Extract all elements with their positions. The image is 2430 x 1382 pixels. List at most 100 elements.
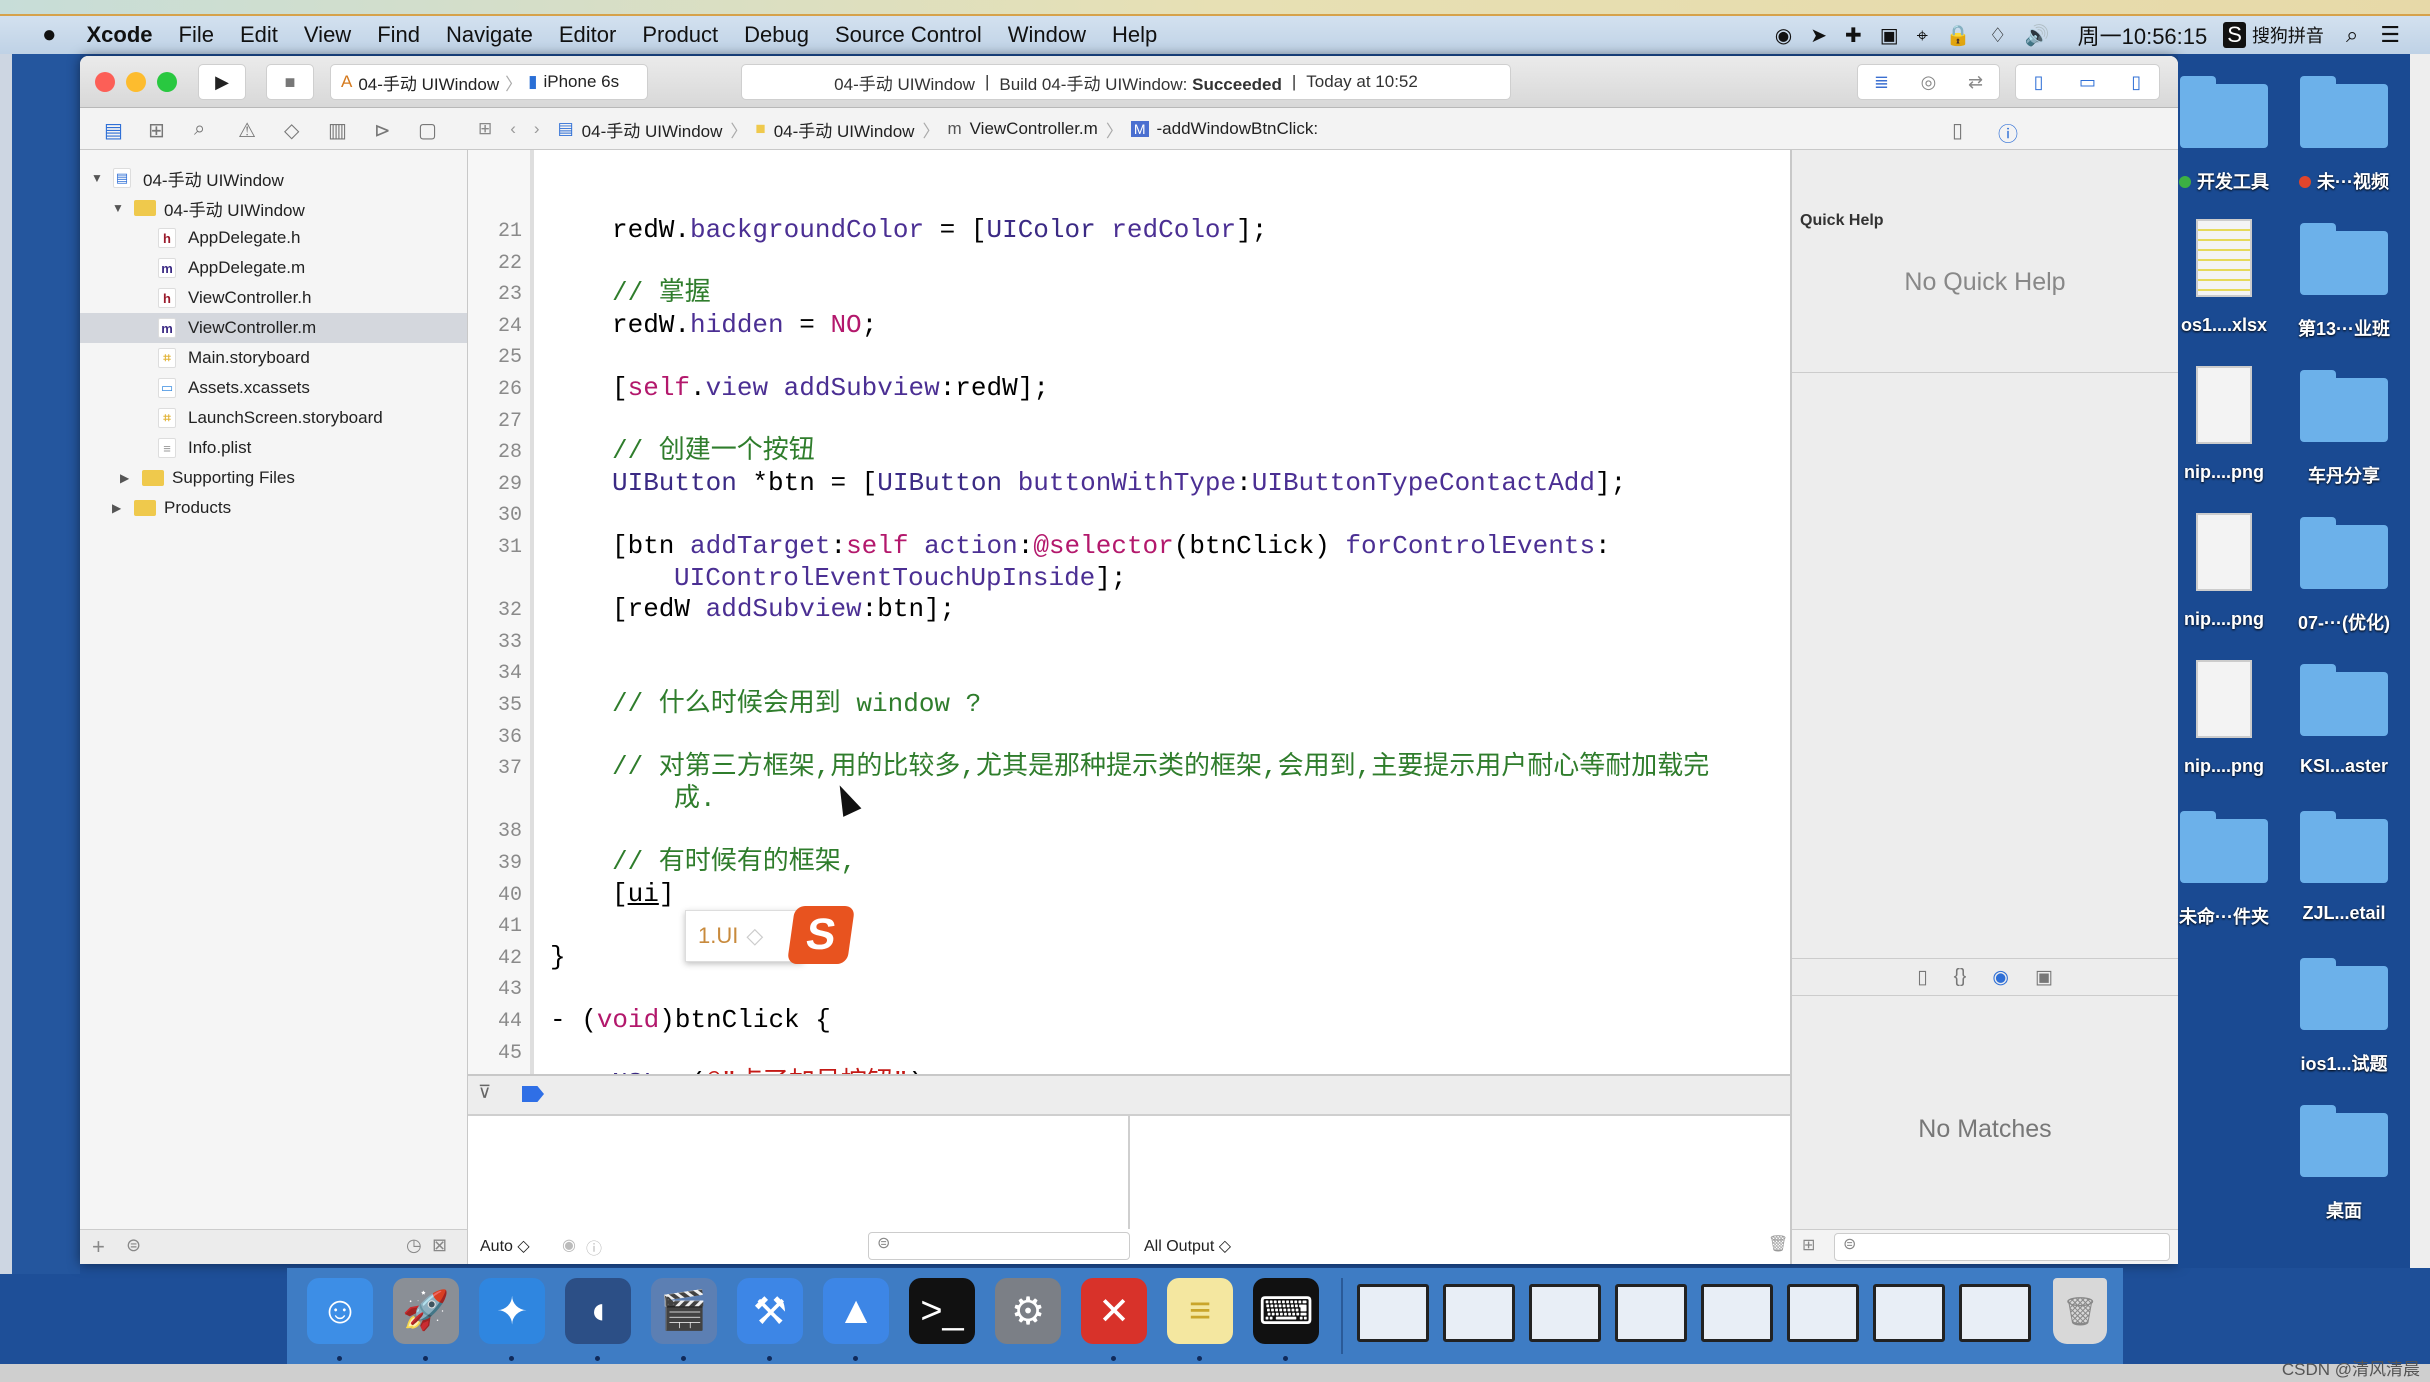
recent-files-icon[interactable]: ◷ xyxy=(406,1235,422,1256)
trash-icon[interactable]: 🗑 xyxy=(1768,1234,1788,1254)
tree-item[interactable]: m ViewController.m xyxy=(80,313,467,343)
minimized-window-icon[interactable] xyxy=(1701,1284,1773,1342)
scheme-selector[interactable]: A 04-手动 UIWindow 〉 ▮ iPhone 6s xyxy=(330,64,648,100)
desktop-item[interactable]: nip....png xyxy=(2166,505,2282,645)
stop-button[interactable]: ■ xyxy=(266,64,314,100)
desktop-item[interactable]: nip....png xyxy=(2166,652,2282,792)
video-app-icon[interactable]: 🎬 xyxy=(651,1278,717,1344)
notes-icon[interactable]: ≡ xyxy=(1167,1278,1233,1344)
tree-item[interactable]: h ViewController.h xyxy=(80,283,467,313)
code-line[interactable]: 37 // 对第三方框架,用的比较多,尤其是那种提示类的框架,会用到,主要提示用户… xyxy=(468,751,1790,783)
desktop-item[interactable]: ZJL...etail xyxy=(2286,799,2402,939)
mouse-app-icon[interactable]: ◖ xyxy=(565,1278,631,1344)
code-line[interactable]: 32 [redW addSubview:btn]; xyxy=(468,593,1790,625)
run-button[interactable]: ▶ xyxy=(198,64,246,100)
issue-navigator-icon[interactable]: ⚠ xyxy=(238,118,256,143)
safari-icon[interactable]: ✦ xyxy=(479,1278,545,1344)
hide-debug-icon[interactable]: ⊽ xyxy=(478,1082,491,1103)
finder-icon[interactable]: ☺ xyxy=(307,1278,373,1344)
minimized-window-icon[interactable] xyxy=(1787,1284,1859,1342)
code-line[interactable]: 26 [self.view addSubview:redW]; xyxy=(468,372,1790,404)
desktop-item[interactable]: 未···视频 xyxy=(2286,64,2402,204)
launchpad-icon[interactable]: 🚀 xyxy=(393,1278,459,1344)
desktop-item[interactable]: 未命···件夹 xyxy=(2166,799,2282,939)
disclosure-open-icon[interactable]: ▼ xyxy=(91,171,103,185)
system-preferences-icon[interactable]: ⚙ xyxy=(995,1278,1061,1344)
code-line[interactable]: 33 xyxy=(468,625,1790,657)
menu-file[interactable]: File xyxy=(179,22,214,48)
code-line[interactable]: 29 UIButton *btn = [UIButton buttonWithTy… xyxy=(468,467,1790,499)
minimize-button[interactable] xyxy=(126,72,146,92)
desktop-item[interactable]: 07-···(优化) xyxy=(2286,505,2402,645)
menu-view[interactable]: View xyxy=(304,22,351,48)
tree-item[interactable]: ≡ Info.plist xyxy=(80,433,467,463)
code-line[interactable]: 21 redW.backgroundColor = [UIColor redCol… xyxy=(468,214,1790,246)
tree-item[interactable]: h AppDelegate.h xyxy=(80,223,467,253)
input-method[interactable]: 搜狗拼音 xyxy=(2252,22,2324,48)
debug-toggle-icon[interactable]: ▭ xyxy=(2079,72,2096,93)
console-output-select[interactable]: All Output ◇ xyxy=(1144,1236,1231,1256)
add-icon[interactable]: + xyxy=(92,1234,105,1260)
file-template-icon[interactable]: ▯ xyxy=(1917,966,1927,989)
breakpoint-navigator-icon[interactable]: ⊳ xyxy=(374,118,391,143)
code-line[interactable]: 42} xyxy=(468,941,1790,973)
menu-find[interactable]: Find xyxy=(377,22,420,48)
jump-file[interactable]: ViewController.m xyxy=(970,119,1098,139)
menu-product[interactable]: Product xyxy=(642,22,718,48)
version-editor-icon[interactable]: ⇄ xyxy=(1968,72,1983,93)
tree-item[interactable]: ⌗ LaunchScreen.storyboard xyxy=(80,403,467,433)
desktop-item[interactable]: 开发工具 xyxy=(2166,64,2282,204)
desktop-item[interactable]: KSI...aster xyxy=(2286,652,2402,792)
console-view[interactable] xyxy=(1130,1116,1790,1229)
find-navigator-icon[interactable]: ⌕ xyxy=(194,118,205,141)
code-line[interactable]: 28 // 创建一个按钮 xyxy=(468,435,1790,467)
menu-window[interactable]: Window xyxy=(1008,22,1086,48)
code-line[interactable]: 40 [ui] xyxy=(468,878,1790,910)
file-inspector-icon[interactable]: ▯ xyxy=(1952,118,1963,143)
apple-icon[interactable]: ● xyxy=(42,21,57,49)
code-line[interactable]: 35 // 什么时候会用到 window ? xyxy=(468,688,1790,720)
disclosure-closed-icon[interactable]: ▶ xyxy=(120,471,129,485)
disclosure-open-icon[interactable]: ▼ xyxy=(112,201,124,215)
code-line[interactable]: 39 // 有时候有的框架, xyxy=(468,846,1790,878)
assistant-editor-icon[interactable]: ◎ xyxy=(1921,72,1937,93)
code-line[interactable]: 25 xyxy=(468,340,1790,372)
minimized-window-icon[interactable] xyxy=(1357,1284,1429,1342)
console-icon[interactable]: ⌨ xyxy=(1253,1278,1319,1344)
debug-navigator-icon[interactable]: ▥ xyxy=(328,118,347,143)
minimized-window-icon[interactable] xyxy=(1529,1284,1601,1342)
variables-filter-input[interactable]: ⊜ xyxy=(868,1232,1130,1260)
jump-method[interactable]: -addWindowBtnClick: xyxy=(1157,119,1319,139)
close-button[interactable] xyxy=(95,72,115,92)
quick-help-icon[interactable]: ⓘ xyxy=(1998,118,2018,147)
code-snippet-icon[interactable]: {} xyxy=(1954,966,1967,988)
zoom-button[interactable] xyxy=(157,72,177,92)
sogou-icon[interactable]: S xyxy=(2223,22,2246,48)
xmind-icon[interactable]: ✕ xyxy=(1081,1278,1147,1344)
forward-button[interactable]: › xyxy=(534,119,540,139)
object-library-icon[interactable]: ◉ xyxy=(1992,966,2009,989)
xcode-icon[interactable]: ⚒ xyxy=(737,1278,803,1344)
minimized-window-icon[interactable] xyxy=(1873,1284,1945,1342)
quick-look-icon[interactable]: ◉ xyxy=(562,1235,576,1255)
menu-navigate[interactable]: Navigate xyxy=(446,22,533,48)
menu-xcode[interactable]: Xcode xyxy=(87,22,153,48)
menu-source-control[interactable]: Source Control xyxy=(835,22,982,48)
spotlight-icon[interactable]: ⌕ xyxy=(2346,22,2358,48)
tree-item[interactable]: ▼ 04-手动 UIWindow xyxy=(80,193,467,223)
desktop-item[interactable]: 桌面 xyxy=(2286,1093,2402,1233)
tree-item[interactable]: ▼ ▤ 04-手动 UIWindow xyxy=(80,163,467,193)
trash-icon[interactable]: 🗑 xyxy=(2053,1278,2107,1344)
menu-edit[interactable]: Edit xyxy=(240,22,278,48)
media-library-icon[interactable]: ▣ xyxy=(2035,966,2053,989)
desktop-item[interactable]: nip....png xyxy=(2166,358,2282,498)
breakpoints-toggle-icon[interactable] xyxy=(522,1086,544,1102)
jump-group[interactable]: 04-手动 UIWindow xyxy=(774,117,915,142)
utilities-toggle-icon[interactable]: ▯ xyxy=(2131,72,2141,93)
variables-scope-select[interactable]: Auto ◇ xyxy=(480,1236,530,1256)
code-line[interactable]: 36 xyxy=(468,720,1790,752)
desktop-item[interactable]: ios1...试题 xyxy=(2286,946,2402,1086)
info-icon[interactable]: ⓘ xyxy=(586,1235,602,1259)
ime-candidate[interactable]: 1.UI xyxy=(698,923,738,949)
code-line[interactable]: 34 xyxy=(468,656,1790,688)
